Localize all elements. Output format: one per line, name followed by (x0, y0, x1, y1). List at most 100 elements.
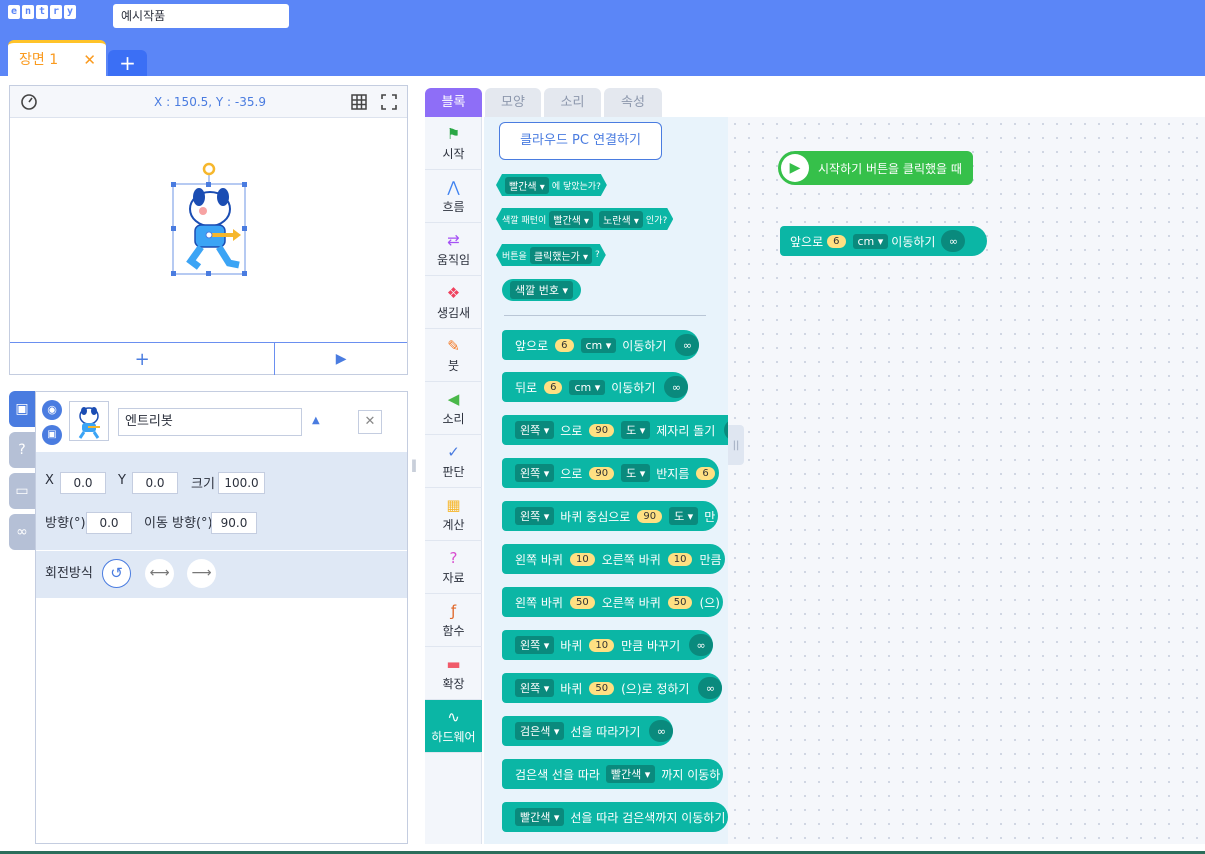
hardware-block[interactable]: 앞으로 6 cm ▾ 이동하기 ∞ (502, 330, 700, 360)
grid-icon[interactable] (350, 93, 368, 111)
tab-properties[interactable]: 속성 (604, 88, 662, 117)
category-5[interactable]: ◀ 소리 (425, 382, 482, 435)
direction-input[interactable]: 0.0 (86, 512, 132, 534)
entry-logo[interactable]: entry (8, 5, 76, 21)
number-input[interactable]: 10 (569, 552, 595, 566)
color-dropdown[interactable]: 빨간색 ▾ (549, 211, 593, 228)
add-scene-button[interactable]: + (108, 50, 147, 76)
play-button[interactable]: ▶ (275, 343, 407, 375)
rotate-free-icon[interactable]: ↺ (102, 559, 131, 588)
start-block[interactable]: ▶ 시작하기 버튼을 클릭했을 때 (778, 151, 973, 185)
hardware-block[interactable]: 왼쪽 바퀴 10 오른쪽 바퀴 10 만큼 (502, 544, 725, 574)
hardware-block[interactable]: 검은색 ▾ 선을 따라가기 ∞ (502, 716, 674, 746)
category-8[interactable]: ? 자료 (425, 541, 482, 594)
block-dropdown[interactable]: cm ▾ (569, 379, 606, 395)
hardware-block[interactable]: 왼쪽 ▾ 바퀴 10 만큼 바꾸기 ∞ (502, 630, 714, 660)
color-number-dropdown[interactable]: 색깔 번호 ▾ (510, 281, 573, 299)
project-title-input[interactable]: 예시작품 (113, 4, 289, 28)
speed-gauge-icon[interactable] (19, 92, 39, 112)
category-9[interactable]: ƒ 함수 (425, 594, 482, 647)
number-input[interactable]: 50 (667, 595, 693, 609)
object-thumbnail[interactable] (69, 401, 109, 441)
hardware-block[interactable]: 검은색 선을 따라 빨간색 ▾ 까지 이동하 (502, 759, 724, 789)
color-dropdown[interactable]: 빨간색 ▾ (505, 177, 549, 194)
category-6[interactable]: ✓ 판단 (425, 435, 482, 488)
block-button-clicked[interactable]: 버튼을 클릭했는가 ▾ ? (496, 244, 606, 266)
block-dropdown[interactable]: 왼쪽 ▾ (515, 507, 555, 525)
number-input[interactable]: 50 (589, 681, 615, 695)
rotate-none-icon[interactable]: ⟶ (187, 559, 216, 588)
add-object-button[interactable]: + (10, 343, 276, 375)
number-input[interactable]: 10 (667, 552, 693, 566)
block-dropdown[interactable]: 도 ▾ (621, 464, 651, 482)
block-dropdown[interactable]: 빨간색 ▾ (605, 765, 656, 783)
stage-canvas[interactable] (10, 119, 407, 341)
number-input[interactable]: 90 (637, 509, 663, 523)
hardware-block[interactable]: 왼쪽 ▾ 으로 90 도 ▾ 반지름 6 (502, 458, 719, 488)
click-dropdown[interactable]: 클릭했는가 ▾ (530, 247, 592, 264)
x-input[interactable]: 0.0 (60, 472, 106, 494)
number-input[interactable]: 90 (589, 466, 615, 480)
move-direction-input[interactable]: 90.0 (211, 512, 257, 534)
hardware-block[interactable]: 왼쪽 ▾ 바퀴 50 (으)로 정하기 ∞ (502, 673, 723, 703)
number-input[interactable]: 50 (569, 595, 595, 609)
block-dropdown[interactable]: 도 ▾ (669, 507, 699, 525)
hardware-block[interactable]: 뒤로 6 cm ▾ 이동하기 ∞ (502, 372, 689, 402)
fullscreen-icon[interactable] (380, 93, 398, 111)
category-3[interactable]: ❖ 생김새 (425, 276, 482, 329)
block-dropdown[interactable]: cm ▾ (580, 337, 617, 353)
help-tab[interactable]: ? (9, 432, 35, 468)
visibility-eye-icon[interactable]: ◉ (42, 400, 62, 420)
category-2[interactable]: ⇄ 움직임 (425, 223, 482, 276)
category-4[interactable]: ✎ 붓 (425, 329, 482, 382)
tab-sounds[interactable]: 소리 (544, 88, 601, 117)
block-dropdown[interactable]: 검은색 ▾ (515, 722, 565, 740)
object-list-tab[interactable]: ▣ (9, 391, 35, 427)
unit-dropdown[interactable]: cm ▾ (852, 233, 889, 249)
number-input[interactable]: 6 (544, 380, 563, 394)
hardware-block[interactable]: 빨간색 ▾ 선을 따라 검은색까지 이동하기 (502, 802, 728, 832)
block-dropdown[interactable]: 도 ▾ (621, 421, 651, 439)
category-10[interactable]: ▬ 확장 (425, 647, 482, 700)
delete-object-icon[interactable]: ✕ (358, 410, 382, 434)
y-input[interactable]: 0.0 (132, 472, 178, 494)
category-0[interactable]: ⚑ 시작 (425, 117, 482, 170)
tab-scene-1[interactable]: 장면 1 ✕ (8, 40, 106, 76)
category-11[interactable]: ∿ 하드웨어 (425, 700, 482, 753)
category-1[interactable]: ⋀ 흐름 (425, 170, 482, 223)
size-input[interactable]: 100.0 (218, 472, 265, 494)
block-dropdown[interactable]: 왼쪽 ▾ (515, 421, 555, 439)
code-workspace[interactable]: ▶ 시작하기 버튼을 클릭했을 때 앞으로 6 cm ▾ 이동하기 ∞ (728, 117, 1205, 844)
collapse-arrow-icon[interactable]: ▲ (312, 415, 320, 426)
object-name-input[interactable]: 엔트리봇 (118, 408, 302, 436)
tab-shapes[interactable]: 모양 (485, 88, 541, 117)
block-color-pattern[interactable]: 색깔 패턴이 빨간색 ▾ 노란색 ▾ 인가? (496, 208, 673, 230)
panel-resize-handle[interactable]: ‖ (411, 458, 419, 478)
number-input[interactable]: 6 (696, 466, 715, 480)
block-touching-color[interactable]: 빨간색 ▾ 에 닿았는가? (496, 174, 607, 196)
tab-blocks[interactable]: 블록 (425, 88, 482, 117)
entrybot-sprite[interactable] (165, 159, 255, 279)
hardware-block[interactable]: 왼쪽 ▾ 바퀴 중심으로 90 도 ▾ 만 (502, 501, 719, 531)
cloud-pc-connect-button[interactable]: 클라우드 PC 연결하기 (499, 122, 662, 160)
block-color-number[interactable]: 색깔 번호 ▾ (502, 279, 581, 301)
block-dropdown[interactable]: 빨간색 ▾ (515, 808, 565, 826)
lock-icon[interactable]: ▣ (42, 425, 62, 445)
color-dropdown[interactable]: 노란색 ▾ (599, 211, 643, 228)
block-dropdown[interactable]: 왼쪽 ▾ (515, 679, 555, 697)
number-input[interactable]: 6 (555, 338, 574, 352)
block-dropdown[interactable]: 왼쪽 ▾ (515, 464, 555, 482)
category-7[interactable]: ▦ 계산 (425, 488, 482, 541)
hardware-tab[interactable]: ∞ (9, 514, 35, 550)
number-input[interactable]: 10 (589, 638, 615, 652)
number-input[interactable]: 6 (827, 234, 846, 248)
rotate-horizontal-icon[interactable]: ⟷ (145, 559, 174, 588)
close-icon[interactable]: ✕ (83, 43, 96, 77)
number-input[interactable]: 90 (589, 423, 615, 437)
hardware-block[interactable]: 왼쪽 ▾으로90도 ▾제자리 돌기∞ (502, 415, 728, 445)
palette-resize-handle[interactable]: || (728, 425, 744, 465)
hardware-block[interactable]: 왼쪽 바퀴 50 오른쪽 바퀴 50 (으) (502, 587, 723, 617)
move-forward-block[interactable]: 앞으로 6 cm ▾ 이동하기 ∞ (780, 226, 987, 256)
console-tab[interactable]: ▭ (9, 473, 35, 509)
block-dropdown[interactable]: 왼쪽 ▾ (515, 636, 555, 654)
